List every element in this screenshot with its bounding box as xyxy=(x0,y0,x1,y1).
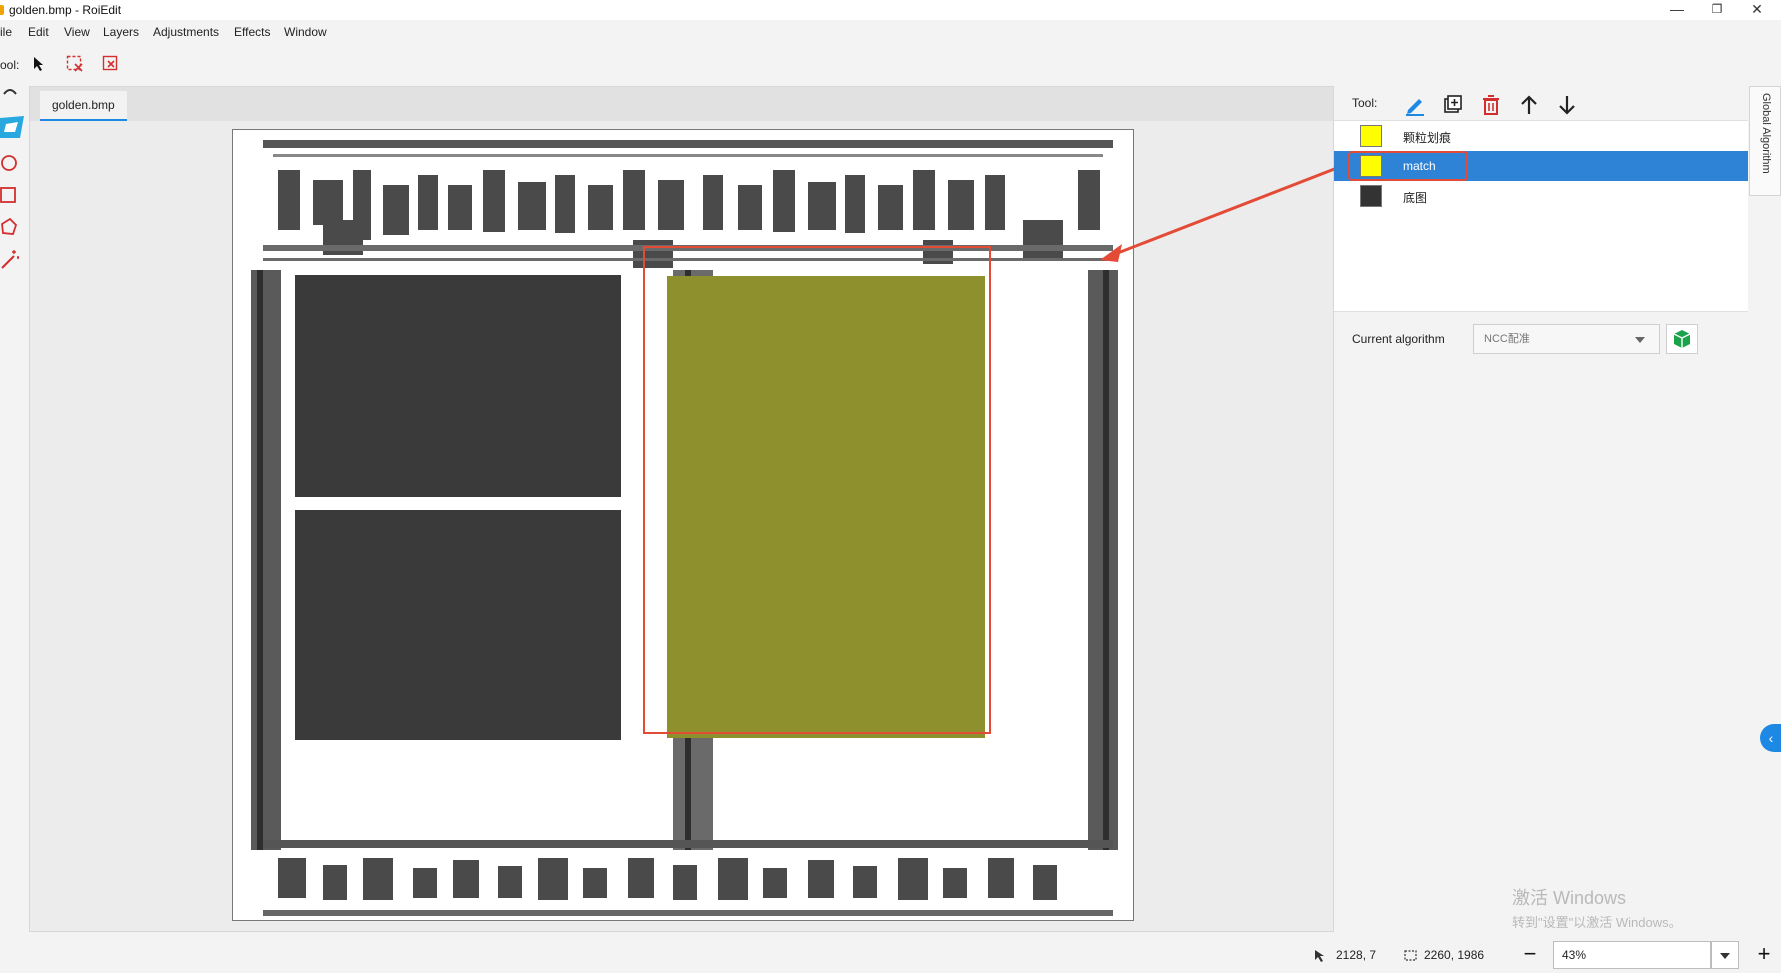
algorithm-value: NCC配准 xyxy=(1484,333,1530,345)
highlight-box xyxy=(1348,151,1468,181)
watermark-line2: 转到"设置"以激活 Windows。 xyxy=(1512,915,1682,930)
layer-name: 底图 xyxy=(1403,191,1428,205)
algorithm-row: Current algorithm NCC配准 xyxy=(1334,312,1748,362)
layer-row-base[interactable]: 底图 xyxy=(1334,181,1748,211)
add-layer-icon[interactable] xyxy=(1440,92,1466,118)
chevron-down-icon xyxy=(1635,337,1645,343)
cube-icon xyxy=(1673,330,1691,348)
layer-list: 颗粒划痕 match 底图 xyxy=(1334,120,1748,312)
cursor-position-icon xyxy=(1315,950,1324,962)
algorithm-select[interactable]: NCC配准 xyxy=(1473,324,1660,354)
zoom-out-button[interactable]: − xyxy=(1517,941,1543,969)
selection-size: 2260, 1986 xyxy=(1424,948,1485,962)
move-up-icon[interactable] xyxy=(1516,92,1542,118)
global-algorithm-label: Global Algorithm xyxy=(1760,93,1772,174)
status-bar: 2128, 7 2260, 1986 − 43% + xyxy=(0,939,1781,973)
algorithm-label: Current algorithm xyxy=(1352,332,1445,346)
algorithm-run-button[interactable] xyxy=(1666,324,1698,354)
zoom-input[interactable]: 43% xyxy=(1553,941,1711,969)
delete-layer-icon[interactable] xyxy=(1478,92,1504,118)
global-algorithm-tab[interactable]: Global Algorithm xyxy=(1749,86,1781,196)
selection-size-icon xyxy=(1404,950,1417,961)
watermark-line1: 激活 Windows xyxy=(1512,888,1627,908)
layers-panel: Tool: 颗粒划痕 match 底图 Current algorithm NC… xyxy=(1334,86,1748,932)
layer-row-match[interactable]: match xyxy=(1334,151,1748,181)
edit-pencil-icon[interactable] xyxy=(1402,92,1428,118)
activation-watermark: 激活 Windows 转到"设置"以激活 Windows。 xyxy=(1512,884,1682,931)
collapse-panel-button[interactable]: ‹ xyxy=(1760,724,1781,752)
layer-row-scratch[interactable]: 颗粒划痕 xyxy=(1334,121,1748,151)
layer-swatch xyxy=(1360,185,1382,207)
cursor-position: 2128, 7 xyxy=(1336,948,1377,962)
move-down-icon[interactable] xyxy=(1554,92,1580,118)
zoom-in-button[interactable]: + xyxy=(1751,941,1777,969)
panel-tool-label: Tool: xyxy=(1352,96,1378,110)
layer-name: 颗粒划痕 xyxy=(1403,131,1452,145)
layer-swatch xyxy=(1360,125,1382,147)
zoom-dropdown[interactable] xyxy=(1711,941,1739,969)
chevron-down-icon xyxy=(1720,953,1730,959)
